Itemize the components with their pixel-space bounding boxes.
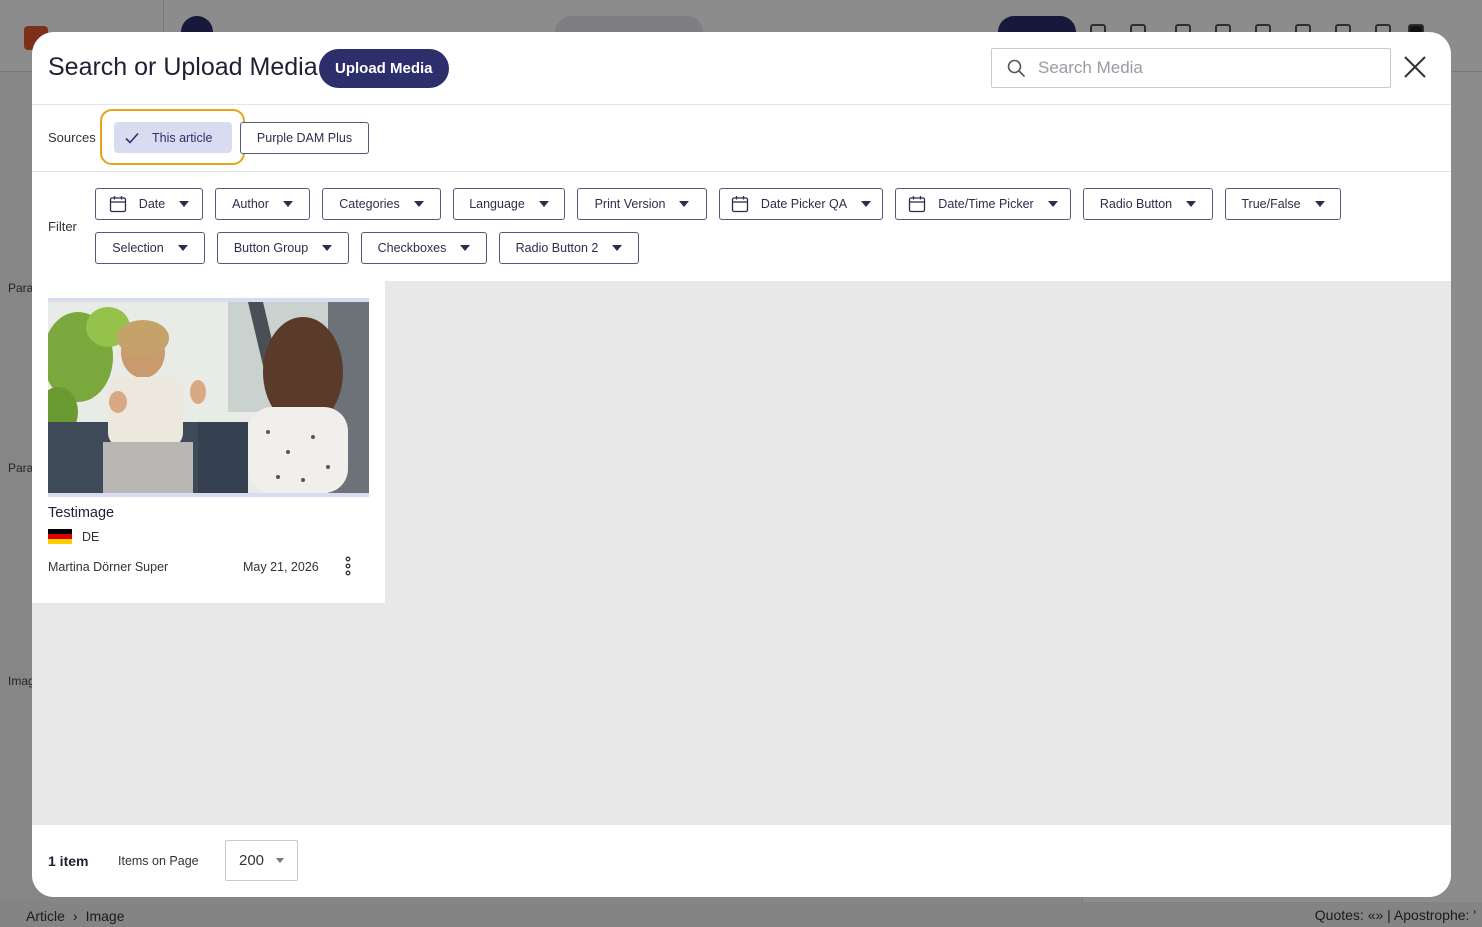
search-field[interactable] — [991, 48, 1391, 88]
filter-date-time-picker[interactable]: Date/Time Picker — [895, 188, 1071, 220]
check-icon — [125, 132, 139, 144]
filter-label-text: Checkboxes — [377, 241, 447, 255]
filter-label-text: Date Picker QA — [760, 197, 848, 211]
pagination-footer: 1 item Items on Page 200 — [32, 825, 1451, 897]
source-purple-dam-plus[interactable]: Purple DAM Plus — [240, 122, 369, 154]
source-this-article[interactable]: This article — [114, 122, 232, 153]
filter-label-text: Date — [138, 197, 166, 211]
calendar-icon — [909, 196, 926, 213]
items-on-page-label: Items on Page — [118, 854, 199, 868]
filter-label-text: Date/Time Picker — [938, 197, 1034, 211]
filter-row: Filter Date Author Categories Language P… — [32, 173, 1451, 281]
caret-down-icon — [413, 201, 424, 207]
filter-print-version[interactable]: Print Version — [577, 188, 707, 220]
media-modal: Search or Upload Media Upload Media Sour… — [32, 32, 1451, 897]
filter-label-text: Categories — [339, 197, 400, 211]
search-input[interactable] — [1038, 58, 1390, 78]
caret-down-icon — [177, 245, 188, 251]
media-title: Testimage — [48, 505, 115, 521]
caret-down-icon — [282, 201, 293, 207]
filter-label-text: Print Version — [594, 197, 666, 211]
media-image — [48, 302, 369, 493]
close-icon[interactable] — [1402, 54, 1428, 80]
media-language: DE — [82, 530, 100, 544]
caret-down-icon — [861, 201, 872, 207]
filter-label-text: True/False — [1241, 197, 1301, 211]
caret-down-icon — [679, 201, 690, 207]
media-card[interactable]: Testimage DE Martina Dörner Super May 21… — [32, 281, 385, 603]
media-date: May 21, 2026 — [243, 560, 319, 574]
search-icon — [1007, 59, 1025, 77]
filter-date-picker-qa[interactable]: Date Picker QA — [719, 188, 883, 220]
filter-categories[interactable]: Categories — [322, 188, 441, 220]
filter-radio-button-2[interactable]: Radio Button 2 — [499, 232, 639, 264]
caret-down-icon — [612, 245, 623, 251]
more-options-icon[interactable] — [341, 556, 355, 576]
media-author: Martina Dörner Super — [48, 560, 169, 574]
items-per-page-select[interactable]: 200 — [225, 840, 298, 881]
upload-media-button[interactable]: Upload Media — [319, 49, 449, 88]
caret-down-icon — [1314, 201, 1325, 207]
germany-flag-icon — [48, 529, 72, 544]
item-count: 1 item — [48, 853, 89, 869]
caret-down-icon — [179, 201, 190, 207]
calendar-icon — [731, 196, 749, 213]
filter-label-text: Selection — [112, 241, 164, 255]
filter-label-text: Button Group — [233, 241, 309, 255]
filter-language[interactable]: Language — [453, 188, 565, 220]
filter-author[interactable]: Author — [215, 188, 310, 220]
sources-row: Sources This article Purple DAM Plus — [32, 106, 1451, 172]
filter-button-group[interactable]: Button Group — [217, 232, 349, 264]
caret-down-icon — [460, 245, 471, 251]
caret-down-icon — [1047, 201, 1058, 207]
filter-true-false[interactable]: True/False — [1225, 188, 1341, 220]
modal-header: Search or Upload Media Upload Media — [32, 32, 1451, 105]
sources-label: Sources — [48, 130, 96, 145]
caret-down-icon — [538, 201, 549, 207]
filter-label-text: Radio Button — [1099, 197, 1173, 211]
items-per-page-value: 200 — [239, 852, 265, 869]
media-grid: Testimage DE Martina Dörner Super May 21… — [32, 281, 1451, 825]
filter-radio-button[interactable]: Radio Button — [1083, 188, 1213, 220]
caret-down-icon — [322, 245, 333, 251]
source-label: This article — [152, 130, 213, 145]
filter-label-text: Author — [232, 197, 269, 211]
filter-label: Filter — [48, 219, 77, 234]
filter-label-text: Language — [469, 197, 525, 211]
calendar-icon — [109, 196, 126, 213]
media-thumbnail[interactable] — [48, 298, 369, 497]
filter-selection[interactable]: Selection — [95, 232, 205, 264]
filter-label-text: Radio Button 2 — [515, 241, 599, 255]
caret-down-icon — [1186, 201, 1197, 207]
modal-title: Search or Upload Media — [48, 53, 318, 81]
filter-checkboxes[interactable]: Checkboxes — [361, 232, 487, 264]
caret-down-icon — [276, 858, 285, 863]
filter-date[interactable]: Date — [95, 188, 203, 220]
